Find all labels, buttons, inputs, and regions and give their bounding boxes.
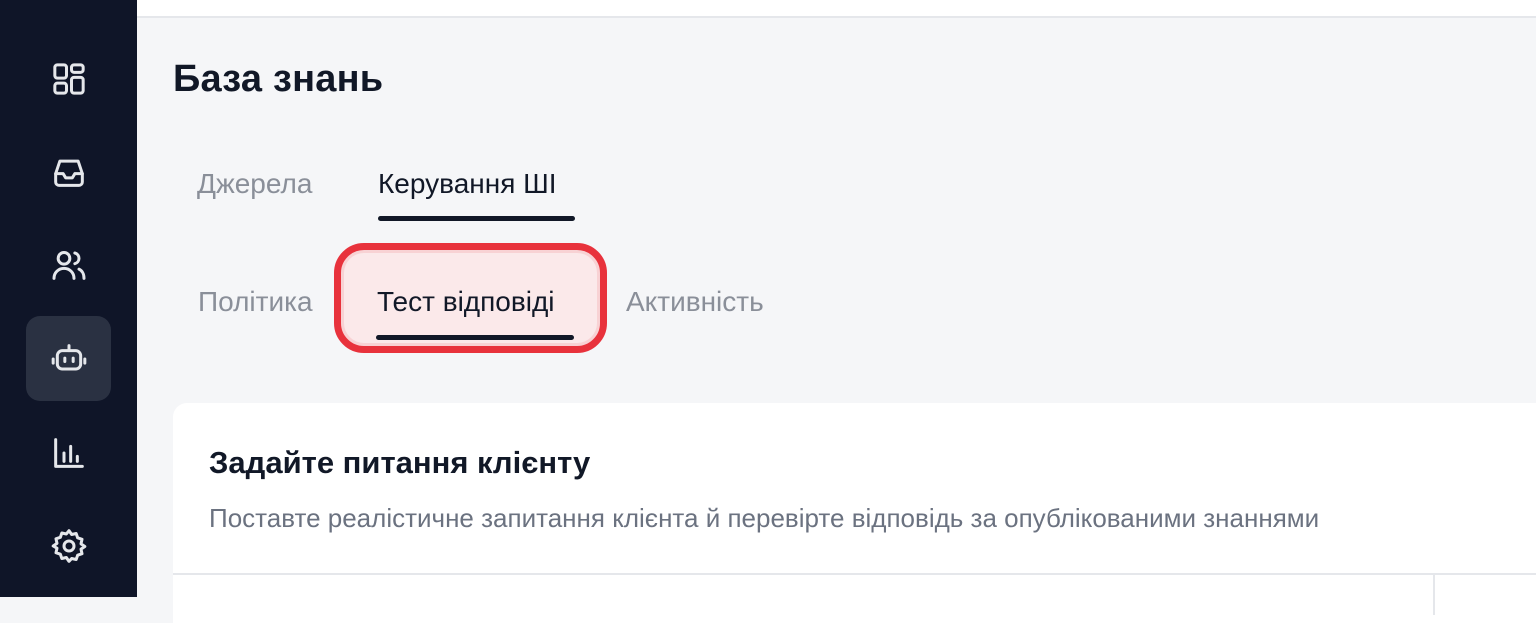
- sidebar: [0, 0, 137, 597]
- tab-ai-management[interactable]: Керування ШІ: [378, 168, 557, 200]
- ask-question-card: Задайте питання клієнту Поставте реаліст…: [173, 403, 1536, 623]
- tab-sources[interactable]: Джерела: [197, 168, 312, 200]
- tab-ai-management-underline: [378, 216, 575, 221]
- tab-policy[interactable]: Політика: [198, 286, 313, 318]
- analytics-icon: [53, 437, 84, 468]
- card-divider: [173, 573, 1536, 575]
- users-icon: [52, 250, 85, 280]
- page-title: База знань: [173, 58, 384, 100]
- card-subtitle: Поставте реалістичне запитання клієнта й…: [209, 503, 1320, 533]
- sidebar-item-users[interactable]: [26, 222, 111, 307]
- tab-answer-test[interactable]: Тест відповіді: [377, 286, 555, 318]
- sidebar-item-settings[interactable]: [26, 503, 111, 588]
- tab-answer-test-underline: [376, 335, 574, 340]
- gear-icon: [51, 528, 86, 563]
- card-column-separator: [1433, 575, 1435, 615]
- bot-icon: [51, 343, 86, 370]
- tab-activity[interactable]: Активність: [626, 286, 764, 318]
- dashboard-icon: [52, 62, 85, 95]
- card-title: Задайте питання клієнту: [209, 445, 591, 480]
- sidebar-item-analytics[interactable]: [26, 410, 111, 495]
- main-content: База знань Джерела Керування ШІ Політика…: [137, 18, 1536, 623]
- sidebar-item-inbox[interactable]: [26, 129, 111, 214]
- inbox-icon: [53, 159, 84, 187]
- top-bar: [137, 0, 1536, 18]
- sidebar-item-dashboard[interactable]: [26, 36, 111, 121]
- sidebar-item-bot[interactable]: [26, 316, 111, 401]
